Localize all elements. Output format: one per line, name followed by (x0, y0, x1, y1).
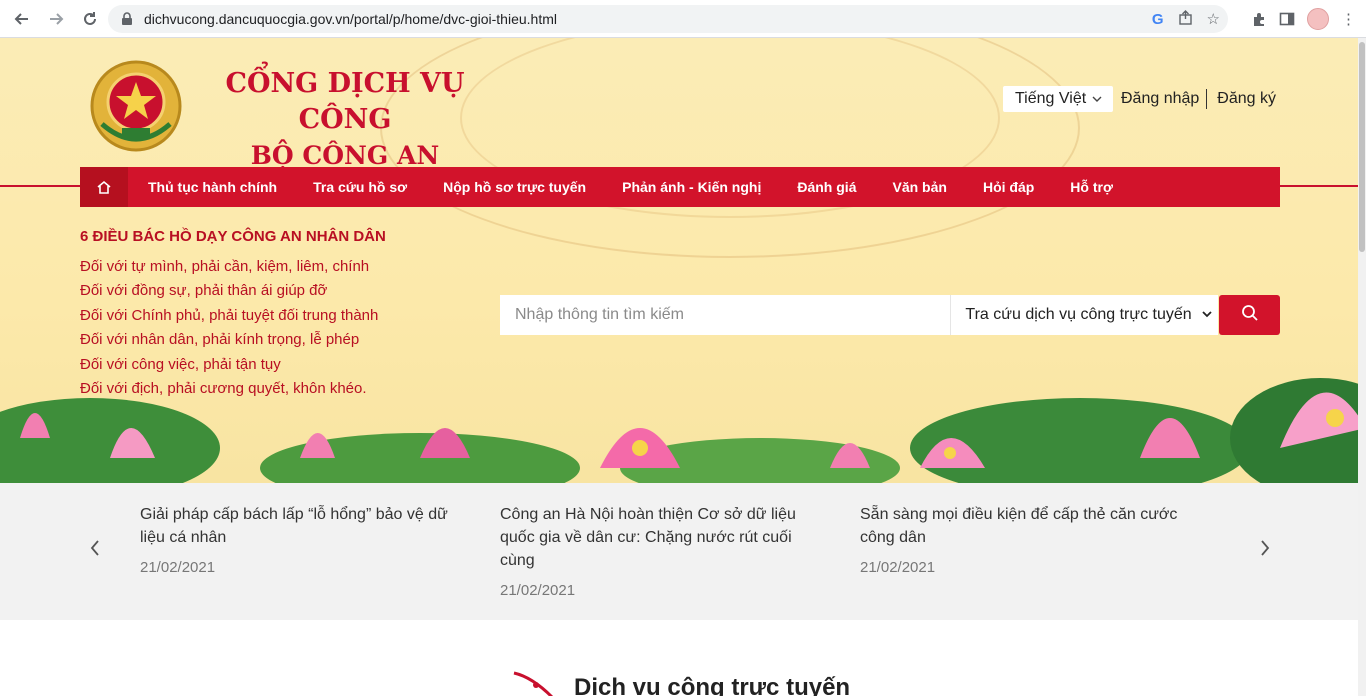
nav-item-submit-online[interactable]: Nộp hồ sơ trực tuyến (425, 167, 604, 207)
address-bar[interactable]: dichvucong.dancuquocgia.gov.vn/portal/p/… (108, 5, 1228, 33)
news-card[interactable]: Sẵn sàng mọi điều kiện để cấp thẻ căn cư… (860, 503, 1180, 576)
nav-item-rating[interactable]: Đánh giá (779, 167, 874, 207)
teaching-line: Đối với Chính phủ, phải tuyệt đối trung … (80, 306, 379, 324)
browser-toolbar: dichvucong.dancuquocgia.gov.vn/portal/p/… (0, 0, 1366, 38)
news-card[interactable]: Công an Hà Nội hoàn thiện Cơ sở dữ liệu … (500, 503, 820, 599)
flag-icon (512, 671, 554, 696)
news-date: 21/02/2021 (860, 559, 936, 576)
back-arrow-icon[interactable] (6, 3, 38, 35)
language-label: Tiếng Việt (1015, 90, 1087, 107)
nav-item-documents[interactable]: Văn bản (874, 167, 964, 207)
lock-icon[interactable] (120, 12, 134, 26)
news-date: 21/02/2021 (500, 582, 576, 599)
forward-arrow-icon[interactable] (40, 3, 72, 35)
chevron-down-icon (1202, 307, 1212, 321)
chevron-left-icon[interactable] (80, 533, 110, 563)
teachings-heading: 6 ĐIỀU BÁC HỒ DẠY CÔNG AN NHÂN DÂN (80, 228, 386, 245)
teaching-line: Đối với tự mình, phải cần, kiệm, liêm, c… (80, 258, 370, 275)
hero-banner: CỔNG DỊCH VỤ CÔNG BỘ CÔNG AN Tiếng Việt … (0, 38, 1366, 483)
profile-avatar[interactable] (1307, 8, 1329, 30)
news-card[interactable]: Giải pháp cấp bách lấp “lỗ hổng” bảo vệ … (140, 503, 460, 576)
news-title[interactable]: Giải pháp cấp bách lấp “lỗ hổng” bảo vệ … (140, 503, 460, 549)
services-title-text: Dịch vụ công trực tuyến (574, 674, 851, 696)
teaching-line: Đối với đồng sự, phải thân ái giúp đỡ (80, 282, 328, 300)
share-icon[interactable] (1178, 9, 1193, 29)
main-nav: Thủ tục hành chính Tra cứu hồ sơ Nộp hồ … (80, 167, 1280, 207)
url-text[interactable]: dichvucong.dancuquocgia.gov.vn/portal/p/… (144, 11, 557, 27)
search-button[interactable] (1219, 295, 1280, 335)
side-panel-icon[interactable] (1279, 11, 1295, 27)
search-bar: Tra cứu dịch vụ công trực tuyến (500, 295, 1280, 335)
reload-icon[interactable] (74, 3, 106, 35)
divider (1206, 89, 1208, 109)
nav-item-procedures[interactable]: Thủ tục hành chính (128, 167, 295, 207)
search-type-label: Tra cứu dịch vụ công trực tuyến (965, 306, 1192, 323)
home-icon[interactable] (80, 167, 128, 207)
services-section-title: Dịch vụ công trực tuyến (512, 668, 850, 696)
scrollbar-thumb[interactable] (1359, 42, 1365, 252)
more-menu-icon[interactable]: ⋮ (1341, 10, 1356, 28)
search-input[interactable] (500, 295, 951, 335)
lotus-decoration (0, 378, 1366, 483)
language-dropdown[interactable]: Tiếng Việt (1003, 86, 1113, 112)
page-scrollbar[interactable] (1358, 38, 1366, 696)
news-carousel: Giải pháp cấp bách lấp “lỗ hổng” bảo vệ … (0, 483, 1366, 620)
login-link[interactable]: Đăng nhập (1121, 90, 1199, 108)
extensions-icon[interactable] (1251, 11, 1267, 27)
news-title[interactable]: Công an Hà Nội hoàn thiện Cơ sở dữ liệu … (500, 503, 820, 572)
nav-item-feedback[interactable]: Phản ánh - Kiến nghị (604, 167, 779, 207)
search-type-select[interactable]: Tra cứu dịch vụ công trực tuyến (950, 295, 1219, 335)
page-content: CỔNG DỊCH VỤ CÔNG BỘ CÔNG AN Tiếng Việt … (0, 38, 1366, 696)
news-title[interactable]: Sẵn sàng mọi điều kiện để cấp thẻ căn cư… (860, 503, 1180, 549)
chevron-right-icon[interactable] (1250, 533, 1280, 563)
bookmark-star-icon[interactable]: ☆ (1207, 10, 1220, 28)
police-emblem-logo[interactable] (82, 54, 190, 162)
chevron-down-icon (1092, 93, 1102, 105)
nav-item-lookup[interactable]: Tra cứu hồ sơ (295, 167, 425, 207)
nav-item-support[interactable]: Hỗ trợ (1052, 167, 1131, 207)
auth-links: Đăng nhập Đăng ký (1121, 86, 1276, 112)
site-title-line1: CỔNG DỊCH VỤ CÔNG (225, 68, 465, 135)
register-link[interactable]: Đăng ký (1217, 90, 1276, 108)
search-icon (1241, 304, 1259, 327)
news-date: 21/02/2021 (140, 559, 216, 576)
nav-item-faq[interactable]: Hỏi đáp (965, 167, 1052, 207)
site-title[interactable]: CỔNG DỊCH VỤ CÔNG BỘ CÔNG AN (205, 66, 485, 174)
google-icon[interactable]: G (1152, 11, 1164, 28)
